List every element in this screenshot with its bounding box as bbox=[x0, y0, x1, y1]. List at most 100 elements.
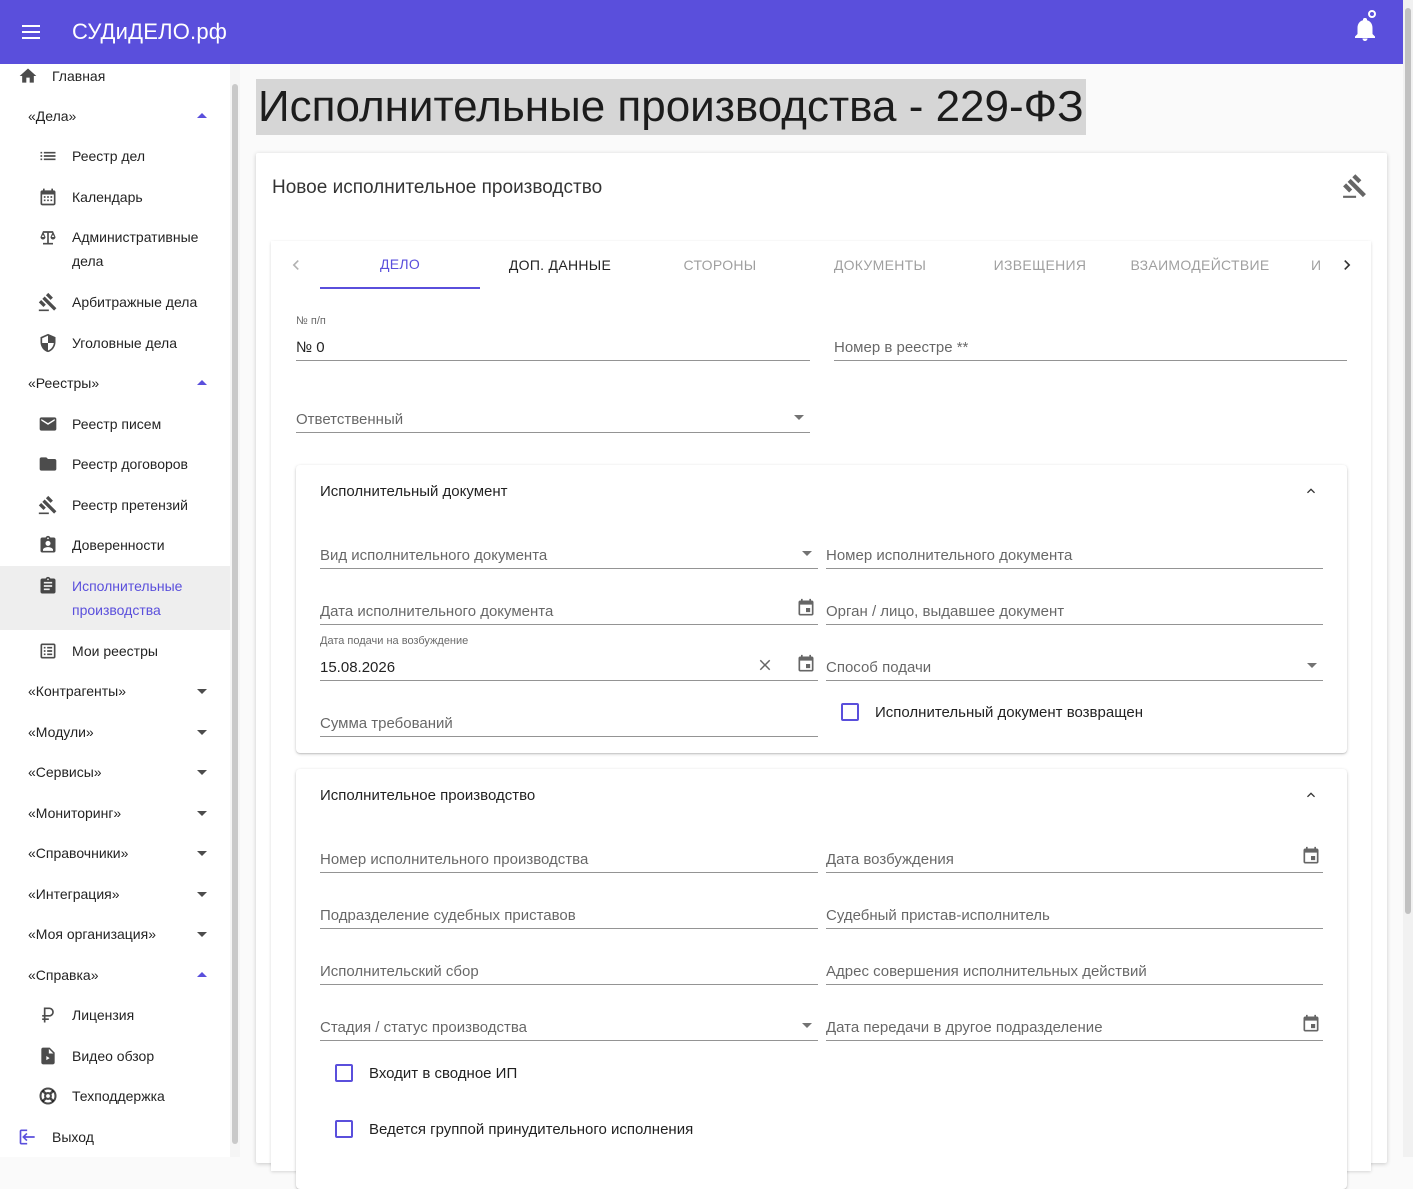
enforcement-document-panel: Исполнительный документ Вид исполнительн… bbox=[296, 465, 1347, 753]
mail-icon bbox=[38, 414, 58, 434]
sidebar-group-my-organization[interactable]: «Моя организация» bbox=[0, 922, 230, 946]
sidebar-item-arbitration[interactable]: Арбитражные дела bbox=[0, 290, 230, 314]
sidebar-group-cases[interactable]: «Дела» bbox=[0, 104, 230, 128]
tab-parties[interactable]: СТОРОНЫ bbox=[640, 241, 800, 289]
sidebar-group-help[interactable]: «Справка» bbox=[0, 963, 230, 987]
collapse-arrow-icon bbox=[197, 113, 207, 118]
expand-arrow-icon bbox=[197, 730, 207, 735]
calendar-icon[interactable] bbox=[796, 654, 816, 674]
sidebar-item-calendar[interactable]: Календарь bbox=[0, 185, 230, 209]
sidebar-item-label-line2: производства bbox=[72, 602, 161, 618]
document-returned-checkbox[interactable]: Исполнительный документ возвращен bbox=[841, 703, 1143, 721]
dropdown-arrow-icon bbox=[794, 415, 804, 420]
field-placeholder: Дата исполнительного документа bbox=[320, 603, 554, 620]
sidebar-item-home[interactable]: Главная bbox=[0, 64, 230, 88]
checkbox-box[interactable] bbox=[335, 1120, 353, 1138]
dropdown-arrow-icon bbox=[1307, 663, 1317, 668]
field-placeholder: Исполнительский сбор bbox=[320, 963, 479, 980]
sidebar-item-label: Выход bbox=[52, 1129, 94, 1145]
submission-method-select[interactable]: Способ подачи bbox=[826, 649, 1323, 681]
document-number-field[interactable]: Номер исполнительного документа bbox=[826, 537, 1323, 569]
checkbox-box[interactable] bbox=[335, 1064, 353, 1082]
tab-documents[interactable]: ДОКУМЕНТЫ bbox=[800, 241, 960, 289]
sidebar-item-letters[interactable]: Реестр писем bbox=[0, 412, 230, 436]
consolidated-ip-checkbox[interactable]: Входит в сводное ИП bbox=[335, 1064, 517, 1082]
sidebar-group-integration[interactable]: «Интеграция» bbox=[0, 882, 230, 906]
menu-icon[interactable] bbox=[22, 18, 50, 46]
sidebar-group-services[interactable]: «Сервисы» bbox=[0, 760, 230, 784]
clear-icon[interactable] bbox=[756, 656, 774, 674]
field-placeholder: Номер исполнительного производства bbox=[320, 851, 589, 868]
sidebar-item-claims[interactable]: Реестр претензий bbox=[0, 493, 230, 517]
sidebar-group-modules[interactable]: «Модули» bbox=[0, 720, 230, 744]
sidebar-item-logout[interactable]: Выход bbox=[0, 1125, 230, 1149]
gavel-icon bbox=[38, 495, 58, 515]
tab-interaction[interactable]: ВЗАИМОДЕЙСТВИЕ bbox=[1120, 241, 1280, 289]
submission-date-field[interactable]: Дата подачи на возбуждение 15.08.2026 bbox=[320, 635, 818, 681]
enforcement-card: Новое исполнительное производство ДЕЛО Д… bbox=[256, 153, 1387, 1189]
document-type-select[interactable]: Вид исполнительного документа bbox=[320, 537, 818, 569]
enforcement-address-field[interactable]: Адрес совершения исполнительных действий bbox=[826, 953, 1323, 985]
stage-status-select[interactable]: Стадия / статус производства bbox=[320, 1009, 818, 1041]
calendar-icon[interactable] bbox=[1301, 1014, 1321, 1034]
calendar-icon[interactable] bbox=[1301, 846, 1321, 866]
calendar-icon[interactable] bbox=[796, 598, 816, 618]
sidebar-item-label: Исполнительные bbox=[72, 578, 183, 594]
sidebar-item-criminal[interactable]: Уголовные дела bbox=[0, 331, 230, 355]
chevron-right-icon[interactable] bbox=[1337, 255, 1357, 275]
expand-arrow-icon bbox=[197, 689, 207, 694]
sidebar-item-powers-of-attorney[interactable]: Доверенности bbox=[0, 533, 230, 557]
claim-sum-field[interactable]: Сумма требований bbox=[320, 705, 818, 737]
sidebar-item-label: Видео обзор bbox=[72, 1048, 155, 1064]
registry-number-field[interactable]: Номер в реестре ** bbox=[834, 329, 1347, 361]
sidebar-group-monitoring[interactable]: «Мониторинг» bbox=[0, 801, 230, 825]
checkbox-box[interactable] bbox=[841, 703, 859, 721]
dropdown-arrow-icon bbox=[802, 551, 812, 556]
enforcement-proceedings-panel: Исполнительное производство Номер исполн… bbox=[296, 769, 1347, 1189]
transfer-date-field[interactable]: Дата передачи в другое подразделение bbox=[826, 1009, 1323, 1041]
tab-notifications[interactable]: ИЗВЕЩЕНИЯ bbox=[960, 241, 1120, 289]
sidebar-group-counterparties[interactable]: «Контрагенты» bbox=[0, 679, 230, 703]
field-value: № 0 bbox=[296, 339, 325, 356]
sidebar-item-label-line2: дела bbox=[72, 253, 104, 269]
bailiff-department-field[interactable]: Подразделение судебных приставов bbox=[320, 897, 818, 929]
sidebar-item-my-registries[interactable]: Мои реестры bbox=[0, 639, 230, 663]
chevron-left-icon[interactable] bbox=[286, 255, 306, 275]
sequence-number-field[interactable]: № п/п № 0 bbox=[296, 315, 810, 361]
sidebar-item-enforcement[interactable]: Исполнительные производства bbox=[0, 566, 230, 630]
bailiff-field[interactable]: Судебный пристав-исполнитель bbox=[826, 897, 1323, 929]
window-scrollbar[interactable] bbox=[1403, 0, 1413, 1157]
sidebar-group-registries[interactable]: «Реестры» bbox=[0, 371, 230, 395]
responsible-select[interactable]: Ответственный bbox=[296, 401, 810, 433]
sidebar-item-support[interactable]: Техподдержка bbox=[0, 1084, 230, 1108]
folder-icon bbox=[38, 454, 58, 474]
tab-more[interactable]: И bbox=[1311, 241, 1323, 289]
notifications-bell-icon[interactable] bbox=[1353, 10, 1377, 46]
sidebar-item-admin-cases[interactable]: Административные дела bbox=[0, 225, 230, 273]
tab-case[interactable]: ДЕЛО bbox=[320, 241, 480, 289]
chevron-up-icon[interactable] bbox=[1303, 787, 1319, 803]
lifebuoy-icon bbox=[38, 1086, 58, 1106]
tab-additional-data[interactable]: ДОП. ДАННЫЕ bbox=[480, 241, 640, 289]
proceeding-number-field[interactable]: Номер исполнительного производства bbox=[320, 841, 818, 873]
panel-title: Исполнительное производство bbox=[320, 787, 536, 804]
group-enforcement-checkbox[interactable]: Ведется группой принудительного исполнен… bbox=[335, 1120, 693, 1138]
field-label: Дата подачи на возбуждение bbox=[320, 635, 469, 647]
app-title[interactable]: СУДиДЕЛО.рф bbox=[72, 19, 227, 45]
gavel-icon[interactable] bbox=[1342, 173, 1368, 199]
sidebar-scrollbar[interactable] bbox=[230, 64, 240, 1157]
sidebar-item-video-overview[interactable]: Видео обзор bbox=[0, 1044, 230, 1068]
expand-arrow-icon bbox=[197, 892, 207, 897]
enforcement-fee-field[interactable]: Исполнительский сбор bbox=[320, 953, 818, 985]
page-title: Исполнительные производства - 229-ФЗ bbox=[256, 79, 1086, 135]
sidebar-item-license[interactable]: Лицензия bbox=[0, 1003, 230, 1027]
chevron-up-icon[interactable] bbox=[1303, 483, 1319, 499]
sidebar-group-directories[interactable]: «Справочники» bbox=[0, 841, 230, 865]
sidebar-item-label: Административные bbox=[72, 229, 199, 245]
sidebar-item-case-registry[interactable]: Реестр дел bbox=[0, 144, 230, 168]
initiation-date-field[interactable]: Дата возбуждения bbox=[826, 841, 1323, 873]
issuer-field[interactable]: Орган / лицо, выдавшее документ bbox=[826, 593, 1323, 625]
sidebar-item-label: Реестр договоров bbox=[72, 456, 188, 472]
sidebar-item-contracts[interactable]: Реестр договоров bbox=[0, 452, 230, 476]
document-date-field[interactable]: Дата исполнительного документа bbox=[320, 593, 818, 625]
